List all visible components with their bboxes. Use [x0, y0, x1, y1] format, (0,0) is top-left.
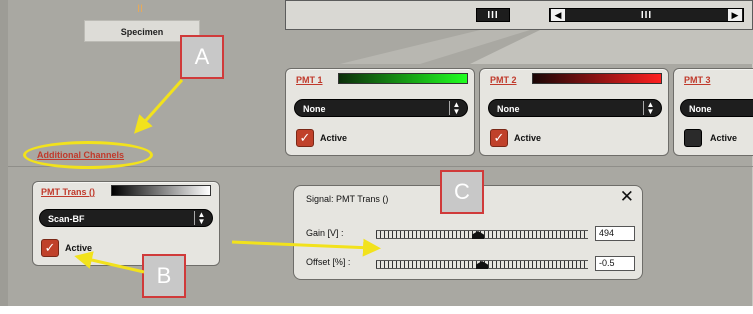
arrow-b-icon — [74, 251, 145, 274]
arrow-a-icon — [134, 79, 184, 134]
arrow-c-icon — [231, 238, 381, 257]
annotation-arrows — [74, 79, 381, 274]
